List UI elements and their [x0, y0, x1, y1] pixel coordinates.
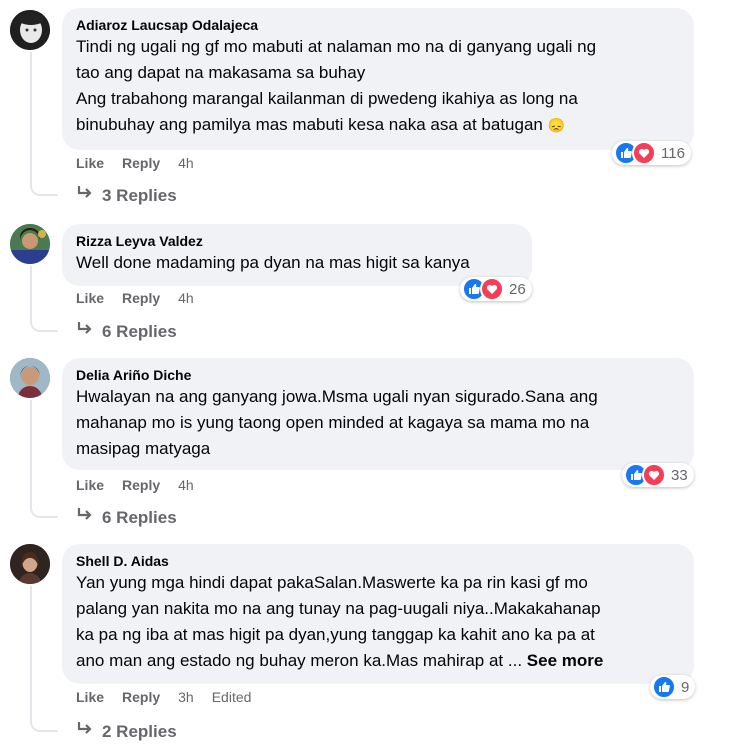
- thread-hook: [30, 318, 58, 332]
- reaction-count: 9: [681, 678, 690, 696]
- avatar[interactable]: [10, 10, 50, 50]
- view-replies-button[interactable]: 3 Replies: [76, 185, 177, 206]
- love-reaction-icon: [480, 277, 504, 301]
- replies-count: 6 Replies: [102, 507, 177, 527]
- comment-text: Yan yung mga hindi dapat pakaSalan.Maswe…: [76, 570, 680, 674]
- comment-line: binubuhay ang pamilya mas mabuti kesa na…: [76, 112, 680, 138]
- comment-timestamp[interactable]: 4h: [178, 290, 194, 306]
- edited-label[interactable]: Edited: [212, 689, 252, 705]
- avatar[interactable]: [10, 358, 50, 398]
- comment-bubble: Delia Ariño Diche Hwalayan na ang ganyan…: [62, 358, 694, 470]
- thread-line: [30, 400, 32, 504]
- like-button[interactable]: Like: [76, 477, 104, 493]
- reaction-count: 116: [661, 144, 685, 162]
- avatar[interactable]: [10, 544, 50, 584]
- thread-line: [30, 586, 32, 718]
- comment-actions: Like Reply 4h: [76, 155, 212, 171]
- comment-line-text: binubuhay ang pamilya mas mabuti kesa na…: [76, 115, 543, 134]
- comment-actions: Like Reply 4h: [76, 477, 212, 493]
- view-replies-button[interactable]: 6 Replies: [76, 507, 177, 528]
- comment-line: Ang trabahong marangal kailanman di pwed…: [76, 89, 578, 108]
- view-replies-button[interactable]: 2 Replies: [76, 721, 177, 742]
- comment-bubble: Shell D. Aidas Yan yung mga hindi dapat …: [62, 544, 694, 684]
- replies-count: 6 Replies: [102, 321, 177, 341]
- thread-line: [30, 52, 32, 182]
- thread-hook: [30, 718, 58, 732]
- love-reaction-icon: [632, 141, 656, 165]
- avatar[interactable]: [10, 224, 50, 264]
- reaction-summary[interactable]: 116: [612, 141, 691, 165]
- comment-actions: Like Reply 3h Edited: [76, 689, 269, 705]
- reply-arrow-icon: [76, 185, 94, 206]
- comment-line: Tindi ng ugali ng gf mo mabuti at nalama…: [76, 37, 597, 56]
- reaction-count: 26: [509, 280, 526, 298]
- like-button[interactable]: Like: [76, 290, 104, 306]
- comment-line: Yan yung mga hindi dapat pakaSalan.Maswe…: [76, 573, 588, 592]
- love-reaction-icon: [642, 463, 666, 487]
- see-more-link[interactable]: See more: [527, 651, 604, 670]
- comment-timestamp[interactable]: 3h: [178, 689, 194, 705]
- reply-arrow-icon: [76, 321, 94, 342]
- reaction-summary[interactable]: 26: [460, 277, 532, 301]
- disappointed-emoji: 😞: [547, 117, 566, 133]
- comment-line: ka pa ng iba at mas higit pa dyan,yung t…: [76, 625, 595, 644]
- comment-bubble: Adiaroz Laucsap Odalajeca Tindi ng ugali…: [62, 8, 694, 150]
- comment-line: Well done madaming pa dyan na mas higit …: [76, 253, 470, 272]
- reply-button[interactable]: Reply: [122, 290, 160, 306]
- reply-arrow-icon: [76, 721, 94, 742]
- replies-count: 2 Replies: [102, 721, 177, 741]
- comment-timestamp[interactable]: 4h: [178, 155, 194, 171]
- comment-line: masipag matyaga: [76, 439, 211, 458]
- comment-actions: Like Reply 4h: [76, 290, 212, 306]
- comment-author[interactable]: Delia Ariño Diche: [76, 366, 680, 384]
- thread-hook: [30, 182, 58, 196]
- comment-line: Hwalayan na ang ganyang jowa.Msma ugali …: [76, 387, 598, 406]
- comment-line: mahanap mo is yung taong open minded at …: [76, 413, 590, 432]
- reaction-summary[interactable]: 33: [622, 463, 694, 487]
- comment-bubble: Rizza Leyva Valdez Well done madaming pa…: [62, 224, 532, 286]
- comment-author[interactable]: Adiaroz Laucsap Odalajeca: [76, 16, 680, 34]
- reply-arrow-icon: [76, 507, 94, 528]
- comment-timestamp[interactable]: 4h: [178, 477, 194, 493]
- comment-line: ano man ang estado ng buhay meron ka.Mas…: [76, 648, 680, 674]
- view-replies-button[interactable]: 6 Replies: [76, 321, 177, 342]
- reaction-count: 33: [671, 466, 688, 484]
- comment-author[interactable]: Shell D. Aidas: [76, 552, 680, 570]
- comment-line-text: ano man ang estado ng buhay meron ka.Mas…: [76, 651, 523, 670]
- comment-text: Well done madaming pa dyan na mas higit …: [76, 250, 518, 276]
- comment-text: Tindi ng ugali ng gf mo mabuti at nalama…: [76, 34, 680, 138]
- thread-hook: [30, 504, 58, 518]
- thread-line: [30, 266, 32, 318]
- comment-text: Hwalayan na ang ganyang jowa.Msma ugali …: [76, 384, 680, 462]
- reply-button[interactable]: Reply: [122, 689, 160, 705]
- reply-button[interactable]: Reply: [122, 477, 160, 493]
- comment-line: palang yan nakita mo na ang tunay na pag…: [76, 599, 601, 618]
- like-button[interactable]: Like: [76, 689, 104, 705]
- like-reaction-icon: [652, 675, 676, 699]
- comment-author[interactable]: Rizza Leyva Valdez: [76, 232, 518, 250]
- reply-button[interactable]: Reply: [122, 155, 160, 171]
- reaction-summary[interactable]: 9: [650, 675, 696, 699]
- comment-line: tao ang dapat na makasama sa buhay: [76, 63, 366, 82]
- like-button[interactable]: Like: [76, 155, 104, 171]
- replies-count: 3 Replies: [102, 185, 177, 205]
